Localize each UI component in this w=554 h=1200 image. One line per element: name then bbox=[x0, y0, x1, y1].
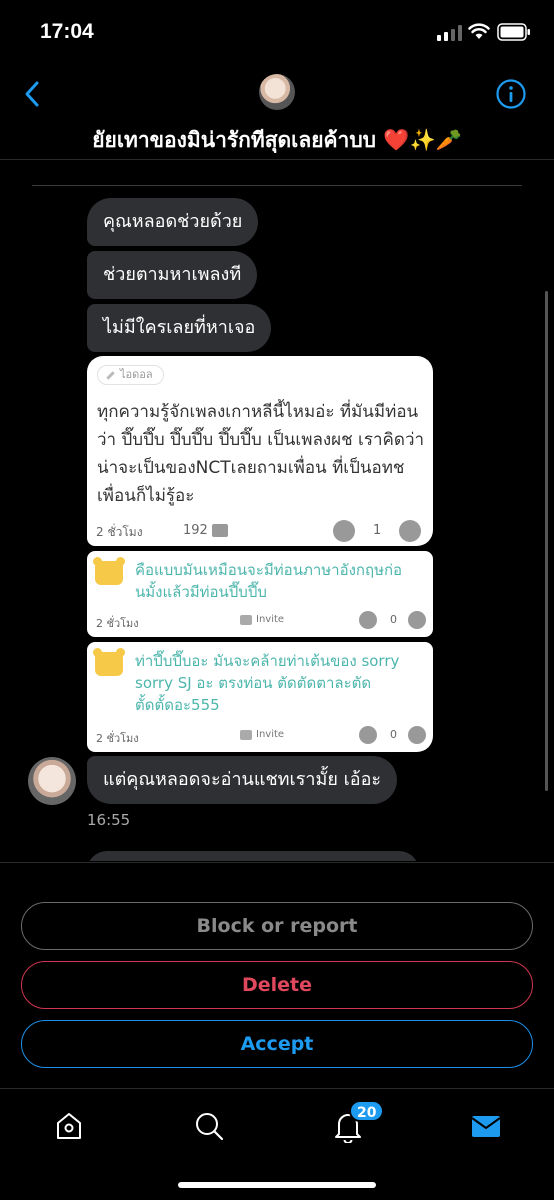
invite-link[interactable]: Invite bbox=[256, 729, 284, 740]
back-chevron-icon[interactable] bbox=[18, 78, 48, 110]
comment-time: 2 ชั่วโมง bbox=[96, 617, 139, 630]
message-bubble[interactable]: คุณหลอดช่วยด้วย bbox=[87, 198, 259, 246]
post-text: ทุกความรู้จักเพลงเกาหลีนี้ไหมอ่ะ ที่มันม… bbox=[97, 402, 425, 506]
sender-avatar[interactable] bbox=[28, 757, 76, 805]
conversation-header: ยัยเทาของมิน่ารักทีสุดเลยค้าบบ ❤️✨🥕 bbox=[0, 64, 554, 160]
comment-icon bbox=[212, 524, 228, 537]
thumbs-up-icon[interactable] bbox=[359, 611, 377, 629]
battery-icon bbox=[497, 23, 530, 41]
comment-card[interactable]: คือแบบมันเหมือนจะมีท่อนภาษาอังกฤษก่อนมั้… bbox=[87, 551, 433, 637]
comment-time: 2 ชั่วโมง bbox=[96, 732, 139, 745]
scrollbar[interactable] bbox=[545, 291, 548, 791]
comment-like-count: 0 bbox=[390, 613, 397, 626]
bear-avatar-icon bbox=[93, 648, 125, 676]
home-icon[interactable] bbox=[52, 1109, 86, 1143]
message-timestamp: 16:55 bbox=[87, 811, 131, 829]
block-or-report-button[interactable]: Block or report bbox=[21, 902, 533, 950]
invite-link[interactable]: Invite bbox=[256, 614, 284, 625]
post-like-count: 1 bbox=[373, 523, 382, 538]
search-icon[interactable] bbox=[192, 1109, 226, 1143]
cellular-signal-icon bbox=[437, 25, 462, 41]
message-bubble[interactable]: ช่วยตามหาเพลงที bbox=[87, 251, 258, 299]
notification-badge: 20 bbox=[349, 1100, 385, 1122]
status-time: 17:04 bbox=[40, 20, 94, 43]
contact-name: ยัยเทาของมิน่ารักทีสุดเลยค้าบบ ❤️✨🥕 bbox=[92, 128, 462, 152]
accept-button[interactable]: Accept bbox=[21, 1020, 533, 1068]
invite-icon bbox=[240, 615, 252, 625]
thumbs-down-icon[interactable] bbox=[408, 726, 426, 744]
comment-card[interactable]: ท่าปึ๊บปึ๊บอะ มันจะคล้ายท่าเต้นของ sorry… bbox=[87, 642, 433, 752]
comment-text: คือแบบมันเหมือนจะมีท่อนภาษาอังกฤษก่อนมั้… bbox=[135, 561, 403, 601]
thumbs-up-icon[interactable] bbox=[359, 726, 377, 744]
shared-post-card[interactable]: ไอดอล ทุกความรู้จักเพลงเกาหลีนี้ไหมอ่ะ ท… bbox=[87, 356, 433, 546]
post-tag-label: ไอดอล bbox=[120, 368, 153, 381]
message-thread[interactable]: คุณหลอดช่วยด้วย ช่วยตามหาเพลงที ไม่มีใคร… bbox=[0, 161, 554, 861]
divider bbox=[32, 185, 522, 186]
post-comment-count: 192 bbox=[183, 523, 208, 538]
post-tag: ไอดอล bbox=[97, 365, 164, 385]
post-time: 2 ชั่วโมง bbox=[96, 525, 143, 539]
messages-envelope-icon[interactable] bbox=[469, 1109, 503, 1143]
pencil-icon bbox=[106, 370, 115, 380]
thumbs-down-icon[interactable] bbox=[399, 520, 421, 542]
thumbs-up-icon[interactable] bbox=[333, 520, 355, 542]
request-actions: Block or report Delete Accept bbox=[0, 862, 554, 1088]
contact-avatar[interactable] bbox=[259, 74, 295, 110]
info-icon[interactable] bbox=[495, 78, 527, 110]
home-indicator bbox=[178, 1182, 376, 1188]
invite-icon bbox=[240, 730, 252, 740]
message-bubble[interactable] bbox=[87, 851, 419, 861]
comment-like-count: 0 bbox=[390, 728, 397, 741]
wifi-icon bbox=[468, 23, 490, 39]
bear-avatar-icon bbox=[93, 557, 125, 585]
comment-text: ท่าปึ๊บปึ๊บอะ มันจะคล้ายท่าเต้นของ sorry… bbox=[135, 652, 400, 714]
delete-button[interactable]: Delete bbox=[21, 961, 533, 1009]
thumbs-down-icon[interactable] bbox=[408, 611, 426, 629]
message-bubble[interactable]: แต่คุณหลอดจะอ่านแชทเรามั้ย เอ้อะ bbox=[87, 756, 398, 804]
message-bubble[interactable]: ไม่มีใครเลยที่หาเจอ bbox=[87, 304, 272, 352]
status-bar: 17:04 bbox=[0, 0, 554, 64]
